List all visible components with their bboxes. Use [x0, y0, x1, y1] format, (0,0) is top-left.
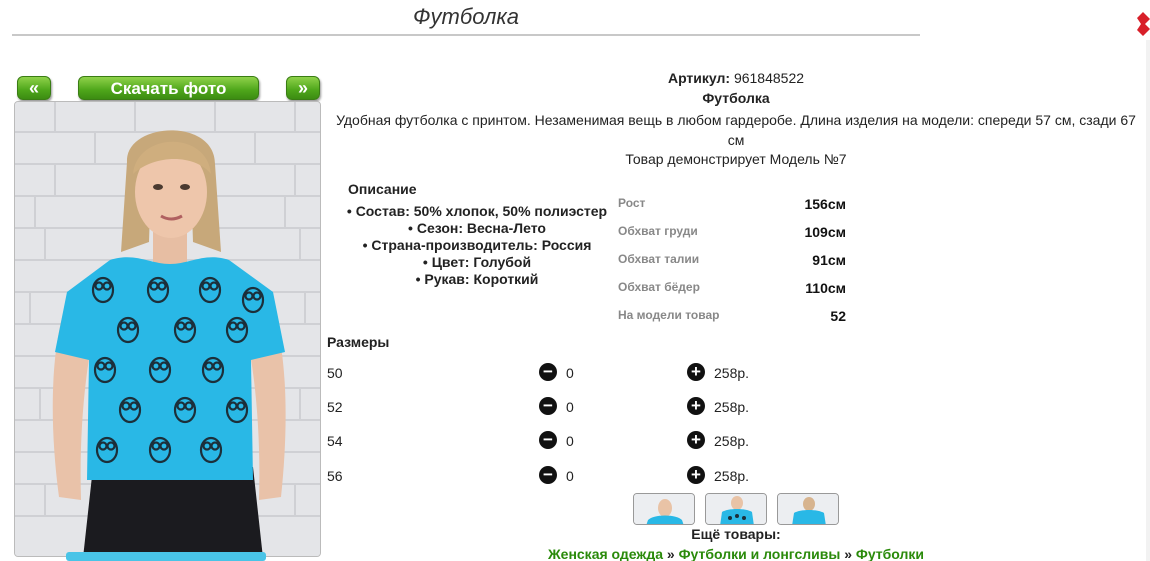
plus-circle-icon[interactable]: +: [687, 431, 705, 449]
breadcrumb-link-tshirts[interactable]: Футболки: [856, 546, 924, 561]
photo-thumbnail[interactable]: [777, 493, 839, 525]
size-price: 258р.: [714, 433, 750, 449]
size-label: 54: [327, 433, 343, 449]
plus-circle-icon[interactable]: +: [687, 363, 705, 381]
thumbnail-image: [634, 494, 694, 524]
sku-label: Артикул:: [667, 70, 731, 86]
measurement-value: 110см: [805, 280, 846, 296]
details-item: Цвет: Голубой: [327, 254, 627, 271]
breadcrumb: Женская одежда » Футболки и лонгсливы » …: [327, 546, 1145, 561]
photo-thumbnail[interactable]: [633, 493, 695, 525]
plus-circle-icon[interactable]: +: [687, 397, 705, 415]
details-item: Рукав: Короткий: [327, 271, 627, 288]
measurement-label: Обхват бёдер: [618, 280, 700, 294]
measurement-value: 109см: [804, 224, 846, 240]
quantity-value: 0: [566, 365, 574, 381]
breadcrumb-link-tshirts-longsleeves[interactable]: Футболки и лонгсливы: [679, 546, 841, 561]
thumbnail-image: [706, 494, 766, 524]
details-item: Страна-производитель: Россия: [327, 237, 627, 254]
details-list: Состав: 50% хлопок, 50% полиэстер Сезон:…: [327, 203, 627, 288]
measurement-value: 91см: [812, 252, 846, 268]
measurement-row: Обхват талии 91см: [618, 252, 846, 272]
more-products-title: Ещё товары:: [691, 526, 781, 542]
quantity-value: 0: [566, 468, 574, 484]
page-title: Футболка: [413, 4, 519, 29]
next-photo-button[interactable]: »: [286, 76, 320, 100]
sku-value: 961848522: [733, 70, 805, 86]
product-name: Футболка: [702, 90, 770, 106]
size-label: 52: [327, 399, 343, 415]
scrollbar-track[interactable]: [1146, 40, 1150, 561]
minus-circle-icon[interactable]: −: [539, 397, 557, 415]
size-price: 258р.: [714, 468, 750, 484]
model-photo-illustration: [15, 102, 320, 556]
measurement-label: Обхват груди: [618, 224, 698, 238]
measurement-row: Рост 156см: [618, 196, 846, 216]
measurement-label: Рост: [618, 196, 646, 210]
quantity-value: 0: [566, 433, 574, 449]
breadcrumb-separator: »: [844, 546, 852, 561]
photo-thumbnail[interactable]: [705, 493, 767, 525]
size-row: 52 − 0 + 258р.: [327, 397, 777, 419]
thumbnail-image: [778, 494, 838, 524]
details-item: Сезон: Весна-Лето: [327, 220, 627, 237]
minus-circle-icon[interactable]: −: [539, 466, 557, 484]
product-photo[interactable]: [14, 101, 321, 557]
measurement-row: Обхват груди 109см: [618, 224, 846, 244]
details-item: Состав: 50% хлопок, 50% полиэстер: [327, 203, 627, 220]
photo-caption-bar: [66, 552, 266, 561]
size-row: 56 − 0 + 258р.: [327, 466, 777, 488]
size-label: 50: [327, 365, 343, 381]
product-description: Удобная футболка с принтом. Незаменимая …: [336, 112, 1136, 148]
sku-line: Артикул: 961848522: [327, 70, 1145, 86]
prev-photo-button[interactable]: «: [17, 76, 51, 100]
quantity-value: 0: [566, 399, 574, 415]
size-label: 56: [327, 468, 343, 484]
plus-circle-icon[interactable]: +: [687, 466, 705, 484]
model-note: Товар демонстрирует Модель №7: [625, 151, 847, 167]
measurement-label: Обхват талии: [618, 252, 700, 266]
sizes-title: Размеры: [327, 334, 390, 350]
minus-circle-icon[interactable]: −: [539, 431, 557, 449]
details-title: Описание: [348, 181, 417, 197]
size-price: 258р.: [714, 365, 750, 381]
measurement-row: На модели товар 52: [618, 308, 846, 328]
close-icon[interactable]: [1135, 10, 1150, 38]
download-photo-button[interactable]: Скачать фото: [78, 76, 259, 100]
size-price: 258р.: [714, 399, 750, 415]
measurement-row: Обхват бёдер 110см: [618, 280, 846, 300]
measurement-label: На модели товар: [618, 308, 720, 322]
measurement-value: 156см: [804, 196, 846, 212]
minus-circle-icon[interactable]: −: [539, 363, 557, 381]
breadcrumb-link-women[interactable]: Женская одежда: [548, 546, 663, 561]
measurement-value: 52: [830, 308, 846, 324]
size-row: 54 − 0 + 258р.: [327, 431, 777, 453]
size-row: 50 − 0 + 258р.: [327, 363, 777, 385]
breadcrumb-separator: »: [666, 546, 675, 561]
title-divider: [12, 34, 920, 36]
